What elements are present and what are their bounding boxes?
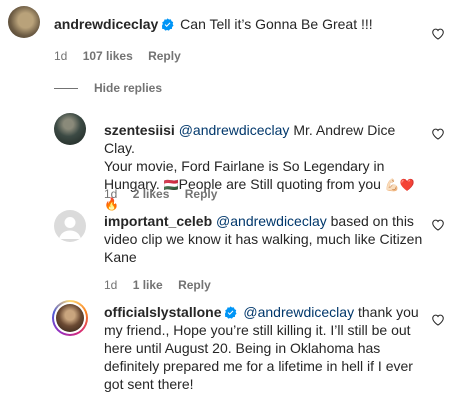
reply-text: important_celeb @andrewdiceclay based on… [104, 212, 426, 266]
reply-likes[interactable]: 2 likes [133, 187, 170, 201]
comment-meta: 1d 107 likes Reply [54, 49, 193, 63]
reply-mention[interactable]: @andrewdiceclay [243, 304, 354, 320]
comment-time[interactable]: 1d [54, 49, 67, 63]
reply-body: my friend., Hope you’re still killing it… [104, 322, 411, 338]
avatar [56, 304, 84, 332]
reply-meta: 1d 2 likes Reply [104, 187, 229, 201]
avatar-story-ring[interactable] [52, 300, 88, 336]
avatar[interactable] [8, 6, 40, 38]
heart-emoji: ❤️ [399, 178, 415, 192]
reply-text: officialslystallone @andrewdiceclay than… [104, 303, 430, 393]
reply-likes[interactable]: 1 like [133, 278, 163, 292]
comment-text: andrewdiceclay Can Tell it’s Gonna Be Gr… [54, 15, 414, 33]
avatar[interactable] [54, 113, 86, 145]
like-heart-icon[interactable] [431, 218, 445, 231]
reply-meta: 1d 1 like Reply [104, 278, 223, 292]
default-avatar-icon[interactable] [54, 210, 86, 242]
hide-replies-label: Hide replies [94, 81, 163, 95]
reply-body: video clip we know it has walking, much … [104, 231, 423, 247]
reply-button[interactable]: Reply [148, 49, 181, 63]
avatar-ring-gap [54, 302, 86, 334]
reply-body: based on this [330, 213, 414, 229]
like-heart-icon[interactable] [431, 127, 445, 140]
like-heart-icon[interactable] [431, 313, 445, 326]
reply-mention[interactable]: @andrewdiceclay [216, 213, 327, 229]
divider-line [54, 87, 78, 89]
comment-body: Can Tell it’s Gonna Be Great !!! [180, 16, 373, 32]
reply-time[interactable]: 1d [104, 278, 117, 292]
reply-body: definitely prepared me for a lifetime in… [104, 358, 413, 374]
verified-badge-icon [162, 18, 174, 31]
hide-replies-button[interactable]: Hide replies [54, 81, 162, 95]
reply-body: here until August 20. Being in Oklahoma … [104, 340, 381, 356]
like-heart-icon[interactable] [431, 27, 445, 40]
reply-username[interactable]: szentesiisi [104, 122, 175, 138]
reply-body: thank you [357, 304, 419, 320]
verified-badge-icon [225, 306, 237, 319]
person-silhouette-icon [59, 217, 81, 239]
reply-body: got sent there! [104, 376, 194, 392]
reply-mention[interactable]: @andrewdiceclay [179, 122, 290, 138]
reply-time[interactable]: 1d [104, 187, 117, 201]
reply-button[interactable]: Reply [178, 278, 211, 292]
reply-username[interactable]: officialslystallone [104, 304, 221, 320]
reply-username[interactable]: important_celeb [104, 213, 212, 229]
reply-body: Kane [104, 249, 137, 265]
comment-likes[interactable]: 107 likes [83, 49, 133, 63]
reply-body: Your movie, Ford Fairlane is So Legendar… [104, 158, 385, 174]
reply-button[interactable]: Reply [185, 187, 218, 201]
comment-username[interactable]: andrewdiceclay [54, 16, 158, 32]
flexed-biceps-emoji: 💪🏻 [384, 178, 400, 192]
